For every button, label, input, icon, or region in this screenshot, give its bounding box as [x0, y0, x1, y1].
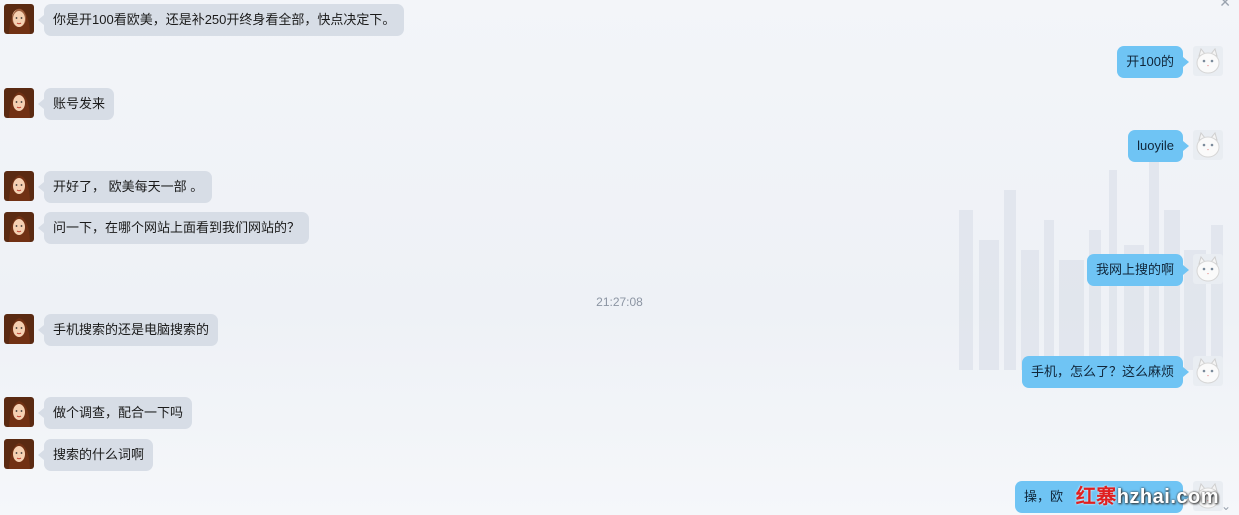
chevron-down-icon[interactable]: ⌄: [1221, 499, 1231, 513]
watermark-en: hzhai.com: [1116, 486, 1219, 508]
avatar[interactable]: [4, 439, 34, 469]
avatar[interactable]: [4, 212, 34, 242]
avatar[interactable]: [1193, 130, 1223, 160]
message-bubble: luoyile: [1128, 130, 1189, 162]
message-bubble: 开好了， 欧美每天一部 。: [37, 171, 213, 203]
message-bubble: 开100的: [1117, 46, 1189, 78]
watermark-cn: 红寨: [1075, 484, 1117, 508]
message-timestamp: 21:27:08: [596, 295, 643, 309]
message-bubble: 账号发来: [37, 88, 115, 120]
message-bubble: 做个调查，配合一下吗: [37, 397, 193, 429]
close-icon[interactable]: ✕: [1219, 0, 1231, 11]
avatar[interactable]: [4, 397, 34, 427]
avatar[interactable]: [1193, 46, 1223, 76]
avatar[interactable]: [1193, 356, 1223, 386]
avatar[interactable]: [4, 171, 34, 201]
avatar[interactable]: [1193, 254, 1223, 284]
message-bubble: 手机，怎么了？这么麻烦: [1021, 356, 1190, 388]
avatar[interactable]: [4, 314, 34, 344]
message-bubble: 问一下，在哪个网站上面看到我们网站的？: [37, 212, 310, 244]
message-bubble: 手机搜索的还是电脑搜索的: [37, 314, 219, 346]
message-bubble: 我网上搜的啊: [1086, 254, 1190, 286]
message-bubble: 你是开100看欧美，还是补250开终身看全部，快点决定下。: [37, 4, 405, 36]
message-bubble: 搜索的什么词啊: [37, 439, 154, 471]
site-watermark: 红寨hzhai.com: [1076, 480, 1219, 509]
avatar[interactable]: [4, 88, 34, 118]
avatar[interactable]: [4, 4, 34, 34]
